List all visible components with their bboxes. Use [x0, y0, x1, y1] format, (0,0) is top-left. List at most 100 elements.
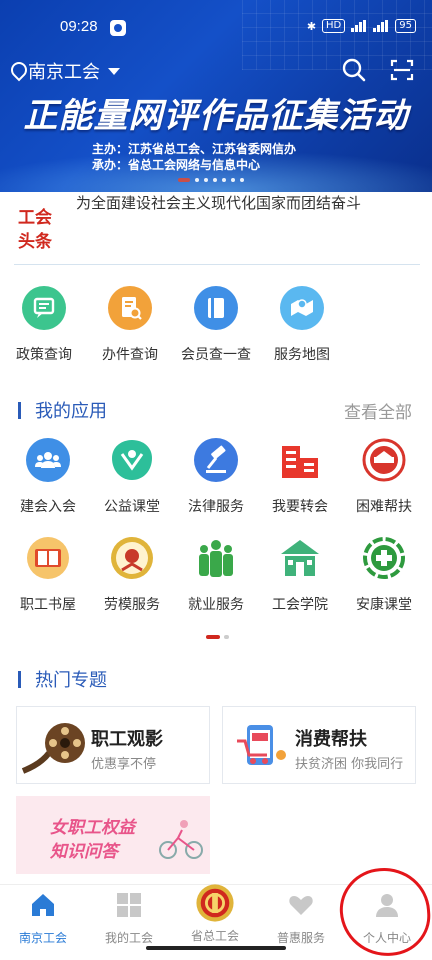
search-icon[interactable]: [342, 58, 366, 82]
app-label: 工会学院: [272, 597, 328, 613]
group-icon: [26, 438, 70, 482]
chat-icon: [22, 286, 66, 330]
news-logo-line2: 头条: [18, 232, 52, 252]
topic-card-title: 消费帮扶: [295, 729, 367, 750]
tab-home[interactable]: 南京工会: [0, 885, 86, 946]
notification-app-icon: [110, 20, 126, 36]
quick-link-label: 政策查询: [16, 347, 72, 363]
carousel-dot[interactable]: [178, 178, 190, 182]
promo-women-rights-quiz[interactable]: 女职工权益 知识问答: [16, 796, 210, 874]
signal-icon-2: [373, 20, 389, 32]
app-label: 安康课堂: [356, 597, 412, 613]
union-emblem-icon: [196, 884, 234, 922]
tab-my-union[interactable]: 我的工会: [86, 885, 172, 946]
app-label: 就业服务: [188, 597, 244, 613]
status-time: 09:28: [60, 18, 98, 35]
banner-organizers: 主办：江苏省总工会、江苏省委网信办 承办：省总工会网络与信息中心: [92, 141, 342, 173]
section-title-text: 热门专题: [35, 670, 107, 691]
topic-card-title: 职工观影: [91, 729, 163, 750]
status-icons: ✱ HD 95: [307, 19, 416, 33]
apps-page-indicator[interactable]: [206, 635, 229, 639]
app-hardship-aid[interactable]: 困难帮扶: [342, 438, 426, 516]
document-search-icon: [108, 286, 152, 330]
app-reading-room[interactable]: 职工书屋: [6, 536, 90, 614]
hd-badge: HD: [322, 19, 346, 33]
medal-icon: [110, 536, 154, 580]
promo-line2: 知识问答: [50, 842, 118, 862]
status-bar: 09:28 ✱ HD 95: [0, 14, 432, 42]
book-icon: [194, 286, 238, 330]
app-label: 劳模服务: [104, 597, 160, 613]
app-transfer[interactable]: 我要转会: [258, 438, 342, 516]
home-icon: [32, 894, 54, 916]
quick-link-label: 办件查询: [102, 347, 158, 363]
quick-link-map[interactable]: 服务地图: [262, 286, 342, 364]
carousel-dot[interactable]: [204, 178, 208, 182]
quick-link-label: 服务地图: [274, 347, 330, 363]
map-icon: [280, 286, 324, 330]
app-model-worker[interactable]: 劳模服务: [90, 536, 174, 614]
topic-card-subtitle: 优惠享不停: [91, 757, 157, 772]
tab-benefits[interactable]: 普惠服务: [258, 885, 344, 946]
health-cross-icon: [362, 536, 406, 580]
charity-icon: [110, 438, 154, 482]
banner-organizer-line: 承办：省总工会网络与信息中心: [92, 158, 261, 172]
app-label: 公益课堂: [104, 499, 160, 515]
film-reel-icon: [21, 723, 85, 774]
banner-host-line: 主办：江苏省总工会、江苏省委网信办: [92, 142, 297, 156]
app-join-union[interactable]: 建会入会: [6, 438, 90, 516]
cyclist-illustration-icon: [159, 820, 203, 859]
book-house-icon: [26, 536, 70, 580]
news-logo: 工会 头条: [18, 206, 58, 254]
see-all-link[interactable]: 查看全部: [344, 398, 412, 423]
page-dot[interactable]: [206, 635, 220, 639]
app-health-class[interactable]: 安康课堂: [342, 536, 426, 614]
tab-label: 南京工会: [18, 931, 67, 945]
school-icon: [278, 536, 322, 580]
my-apps-title: 我的应用: [18, 397, 107, 423]
divider: [14, 264, 420, 265]
caret-down-icon: [108, 67, 120, 75]
carousel-dot[interactable]: [222, 178, 226, 182]
shopping-icon: [237, 725, 286, 765]
app-label: 法律服务: [188, 499, 244, 515]
news-headline[interactable]: 为全面建设社会主义现代化国家而团结奋斗: [76, 192, 416, 240]
topic-card-movies[interactable]: 职工观影 优惠享不停: [16, 706, 210, 784]
carousel-dot[interactable]: [231, 178, 235, 182]
banner-carousel-dots[interactable]: [178, 178, 244, 182]
help-emblem-icon: [362, 438, 406, 482]
topic-card-consumption[interactable]: 消费帮扶 扶贫济困 你我同行: [222, 706, 416, 784]
location-selector[interactable]: 南京工会: [10, 58, 120, 84]
tab-label: 普惠服务: [276, 931, 325, 945]
news-ticker[interactable]: 工会 头条 为全面建设社会主义现代化国家而团结奋斗: [0, 192, 432, 267]
news-logo-line1: 工会: [18, 208, 52, 228]
carousel-dot[interactable]: [195, 178, 199, 182]
scan-icon[interactable]: [390, 58, 414, 82]
carousel-dot[interactable]: [240, 178, 244, 182]
app-employment[interactable]: 就业服务: [174, 536, 258, 614]
grid-icon: [117, 893, 141, 917]
app-charity-class[interactable]: 公益课堂: [90, 438, 174, 516]
people-icon: [194, 536, 238, 580]
home-indicator: [146, 946, 286, 950]
quick-link-case[interactable]: 办件查询: [90, 286, 170, 364]
quick-link-policy[interactable]: 政策查询: [4, 286, 84, 364]
bluetooth-icon: ✱: [306, 19, 317, 33]
tab-provincial-union[interactable]: 省总工会: [172, 884, 258, 944]
battery-indicator: 95: [395, 19, 416, 33]
header-banner[interactable]: 09:28 ✱ HD 95 南京工会 正能量网评作品征集活动 主办：江苏省总工会…: [0, 0, 432, 192]
tab-label: 我的工会: [104, 931, 153, 945]
app-legal-service[interactable]: 法律服务: [174, 438, 258, 516]
app-label: 职工书屋: [20, 597, 76, 613]
tab-label: 省总工会: [190, 929, 239, 943]
quick-link-member[interactable]: 会员查一查: [176, 286, 256, 364]
building-icon: [278, 438, 322, 482]
page-dot[interactable]: [224, 635, 229, 639]
app-label: 我要转会: [272, 499, 328, 515]
hot-topics-title: 热门专题: [18, 666, 107, 692]
carousel-dot[interactable]: [213, 178, 217, 182]
banner-title: 正能量网评作品征集活动: [23, 96, 409, 136]
app-union-college[interactable]: 工会学院: [258, 536, 342, 614]
signal-icon: [351, 20, 367, 32]
app-label: 建会入会: [20, 499, 76, 515]
